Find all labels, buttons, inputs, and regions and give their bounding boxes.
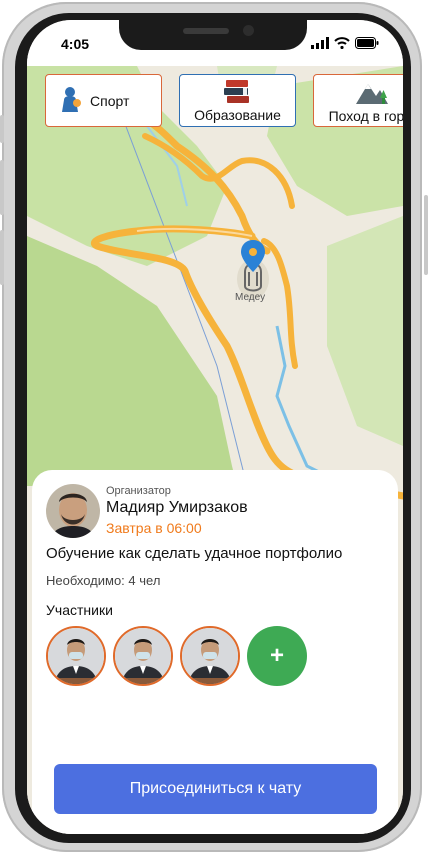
category-chip-label: Образование bbox=[194, 106, 281, 123]
books-icon bbox=[223, 79, 253, 106]
front-camera bbox=[243, 25, 254, 36]
event-card: Организатор Мадияр Умирзаков Завтра в 06… bbox=[32, 470, 398, 834]
category-chips: Спорт Образование Поход в го bbox=[45, 74, 403, 127]
map-place-label: Медеу bbox=[235, 292, 266, 303]
join-chat-button[interactable]: Присоединиться к чату bbox=[54, 764, 377, 814]
participant-avatar[interactable] bbox=[113, 626, 173, 686]
participants-list: + bbox=[46, 626, 307, 686]
athlete-icon bbox=[58, 86, 82, 115]
power-button bbox=[424, 195, 428, 275]
participants-header: Участники bbox=[46, 602, 113, 618]
required-count: Необходимо: 4 чел bbox=[46, 573, 160, 588]
organizer-avatar[interactable] bbox=[46, 484, 100, 538]
organizer-name: Мадияр Умирзаков bbox=[106, 499, 248, 516]
signal-icon bbox=[311, 37, 329, 49]
category-chip-label: Спорт bbox=[90, 92, 130, 109]
status-icons bbox=[311, 37, 379, 49]
speaker bbox=[183, 28, 229, 34]
organizer-role: Организатор bbox=[106, 485, 171, 497]
event-title: Обучение как сделать удачное портфолио bbox=[46, 545, 343, 562]
battery-icon bbox=[355, 37, 379, 49]
category-chip-sport[interactable]: Спорт bbox=[45, 74, 162, 127]
category-chip-label: Поход в горы bbox=[328, 107, 403, 124]
required-label: Необходимо: bbox=[46, 573, 125, 588]
volume-up-button bbox=[0, 160, 4, 215]
mute-switch bbox=[0, 115, 4, 143]
participant-avatar[interactable] bbox=[46, 626, 106, 686]
event-time: Завтра в 06:00 bbox=[106, 520, 202, 536]
add-participant-button[interactable]: + bbox=[247, 626, 307, 686]
mountain-icon bbox=[355, 78, 388, 107]
volume-down-button bbox=[0, 230, 4, 285]
app-screen: 4:05 Медеу Спорт Образование Поход в го … bbox=[27, 20, 403, 834]
category-chip-education[interactable]: Образование bbox=[179, 74, 296, 127]
participant-avatar[interactable] bbox=[180, 626, 240, 686]
required-value: 4 чел bbox=[128, 573, 161, 588]
status-time: 4:05 bbox=[61, 36, 90, 52]
wifi-icon bbox=[334, 37, 350, 49]
category-chip-hiking[interactable]: Поход в горы bbox=[313, 74, 403, 127]
notch bbox=[119, 20, 307, 50]
